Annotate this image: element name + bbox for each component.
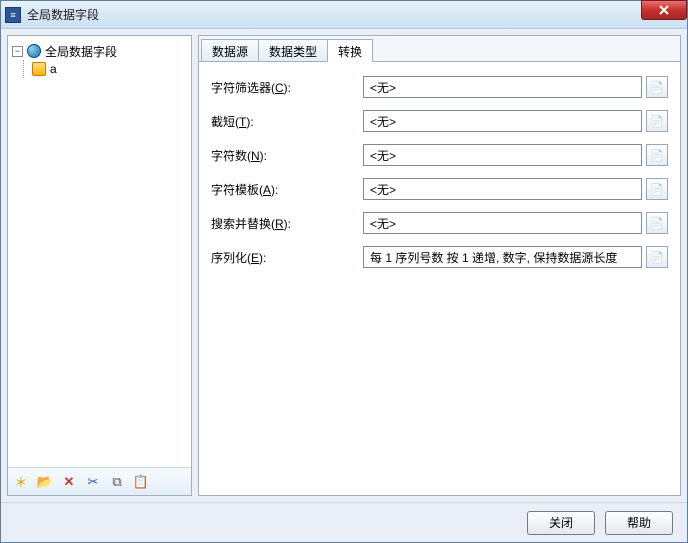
close-icon (659, 5, 669, 15)
paste-icon[interactable]: 📋 (132, 473, 150, 491)
edit-icon: 📄 (650, 217, 664, 230)
edit-char-filter-button[interactable]: 📄 (646, 76, 668, 98)
database-icon (32, 62, 46, 76)
edit-icon: 📄 (650, 251, 664, 264)
tab-transform[interactable]: 转换 (327, 39, 373, 62)
cut-icon[interactable]: ✂ (84, 473, 102, 491)
tab-bar: 数据源 数据类型 转换 (199, 36, 680, 62)
close-dialog-button[interactable]: 关闭 (527, 511, 595, 535)
tree-toolbar: ＊ 📂 ✕ ✂ ⧉ 📋 (8, 467, 191, 495)
row-char-count: 字符数(N): 📄 (211, 144, 668, 166)
edit-serialize-button[interactable]: 📄 (646, 246, 668, 268)
edit-search-rep-button[interactable]: 📄 (646, 212, 668, 234)
label-char-tpl: 字符模板(A): (211, 181, 363, 198)
label-char-count: 字符数(N): (211, 147, 363, 164)
help-button[interactable]: 帮助 (605, 511, 673, 535)
dialog-window: ≡ 全局数据字段 − 全局数据字段 a (0, 0, 688, 543)
tab-datatype[interactable]: 数据类型 (258, 39, 328, 61)
input-truncate[interactable] (363, 110, 642, 132)
tree-panel: − 全局数据字段 a ＊ 📂 ✕ ✂ ⧉ 📋 (7, 35, 192, 496)
properties-panel: 数据源 数据类型 转换 字符筛选器(C): 📄 截短(T): 📄 字符数(N): (198, 35, 681, 496)
tree-root-row[interactable]: − 全局数据字段 (12, 42, 187, 60)
tree-collapse-icon[interactable]: − (12, 46, 23, 57)
delete-icon[interactable]: ✕ (60, 473, 78, 491)
open-icon[interactable]: 📂 (36, 473, 54, 491)
input-serialize[interactable] (363, 246, 642, 268)
label-char-filter: 字符筛选器(C): (211, 79, 363, 96)
globe-icon (27, 44, 41, 58)
tab-content-transform: 字符筛选器(C): 📄 截短(T): 📄 字符数(N): 📄 字符模板(A): (199, 62, 680, 495)
app-icon: ≡ (5, 7, 21, 23)
edit-icon: 📄 (650, 81, 664, 94)
row-char-tpl: 字符模板(A): 📄 (211, 178, 668, 200)
label-serialize: 序列化(E): (211, 249, 363, 266)
tab-datasource[interactable]: 数据源 (201, 39, 259, 61)
input-search-rep[interactable] (363, 212, 642, 234)
copy-icon[interactable]: ⧉ (108, 473, 126, 491)
new-icon[interactable]: ＊ (12, 473, 30, 491)
label-truncate: 截短(T): (211, 113, 363, 130)
tree-line (23, 60, 24, 78)
input-char-count[interactable] (363, 144, 642, 166)
row-char-filter: 字符筛选器(C): 📄 (211, 76, 668, 98)
edit-truncate-button[interactable]: 📄 (646, 110, 668, 132)
tree-child-row[interactable]: a (12, 60, 187, 78)
input-char-tpl[interactable] (363, 178, 642, 200)
edit-icon: 📄 (650, 115, 664, 128)
edit-char-count-button[interactable]: 📄 (646, 144, 668, 166)
titlebar: ≡ 全局数据字段 (1, 1, 687, 29)
edit-icon: 📄 (650, 183, 664, 196)
edit-icon: 📄 (650, 149, 664, 162)
tree-child-label: a (50, 62, 57, 76)
window-title: 全局数据字段 (27, 6, 99, 23)
label-search-rep: 搜索并替换(R): (211, 215, 363, 232)
edit-char-tpl-button[interactable]: 📄 (646, 178, 668, 200)
content-area: − 全局数据字段 a ＊ 📂 ✕ ✂ ⧉ 📋 (1, 29, 687, 502)
tab-datasource-label: 数据源 (212, 45, 248, 59)
tab-datatype-label: 数据类型 (269, 45, 317, 59)
dialog-footer: 关闭 帮助 (1, 502, 687, 542)
row-search-rep: 搜索并替换(R): 📄 (211, 212, 668, 234)
row-serialize: 序列化(E): 📄 (211, 246, 668, 268)
input-char-filter[interactable] (363, 76, 642, 98)
row-truncate: 截短(T): 📄 (211, 110, 668, 132)
tab-transform-label: 转换 (338, 45, 362, 59)
close-button[interactable] (641, 0, 687, 20)
tree-view[interactable]: − 全局数据字段 a (8, 36, 191, 467)
tree-root-label: 全局数据字段 (45, 43, 117, 60)
